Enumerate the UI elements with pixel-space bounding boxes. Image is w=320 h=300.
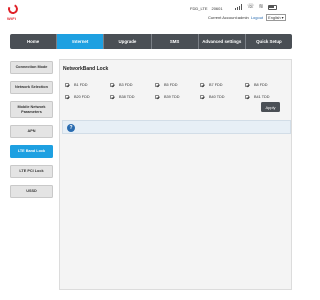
- tab-quick-setup[interactable]: Quick Setup: [246, 34, 292, 49]
- network-status: FDD_LTE 20601: [190, 6, 223, 11]
- band-row: B1 FDD B3 FDD B5 FDD B7 FDD B8 FDD: [65, 79, 290, 91]
- band-label: B38 TDD: [119, 95, 135, 99]
- band-row: B20 FDD B38 TDD B39 TDD B40 TDD B41 TDD: [65, 91, 290, 103]
- band-label: B20 FDD: [74, 95, 90, 99]
- band-checkbox[interactable]: [110, 95, 114, 99]
- band-option[interactable]: B1 FDD: [65, 83, 110, 87]
- header: WiFi FDD_LTE 20601 ☏ ≋ Current Account:ad…: [0, 0, 300, 28]
- network-code: 20601: [211, 6, 223, 11]
- language-value: English: [268, 16, 281, 20]
- band-label: B41 TDD: [254, 95, 270, 99]
- wifi-icon: ≋: [258, 4, 264, 10]
- band-checkbox[interactable]: [245, 83, 249, 87]
- battery-icon: [267, 4, 277, 10]
- tab-advanced-settings[interactable]: Advanced settings: [199, 34, 246, 49]
- band-checkbox[interactable]: [200, 83, 204, 87]
- status-icons: ☏ ≋: [235, 4, 277, 10]
- band-option[interactable]: B7 FDD: [200, 83, 245, 87]
- signal-strength-icon: [235, 4, 243, 10]
- band-label: B7 FDD: [209, 83, 223, 87]
- sidebar-item-connection-mode[interactable]: Connection Mode: [10, 61, 53, 74]
- band-checkbox[interactable]: [65, 95, 69, 99]
- sidebar: Connection Mode Network Selection Mobile…: [10, 61, 53, 205]
- account-row: Current Account:admin Logout English ▾: [208, 14, 286, 21]
- band-label: B3 FDD: [119, 83, 133, 87]
- help-box: ?: [62, 120, 291, 134]
- brand-logo: WiFi: [6, 2, 21, 24]
- band-option[interactable]: B5 FDD: [155, 83, 200, 87]
- tab-internet[interactable]: Internet: [57, 34, 105, 49]
- band-checkbox[interactable]: [65, 83, 69, 87]
- network-name: FDD_LTE: [190, 6, 208, 11]
- band-option[interactable]: B3 FDD: [110, 83, 155, 87]
- sidebar-item-network-selection[interactable]: Network Selection: [10, 81, 53, 94]
- logout-link[interactable]: Logout: [251, 15, 263, 20]
- band-label: B1 FDD: [74, 83, 88, 87]
- page-title: NetworkBand Lock: [63, 66, 109, 72]
- band-checkbox[interactable]: [110, 83, 114, 87]
- band-label: B5 FDD: [164, 83, 178, 87]
- band-checkbox[interactable]: [200, 95, 204, 99]
- band-option[interactable]: B20 FDD: [65, 95, 110, 99]
- main-panel: NetworkBand Lock B1 FDD B3 FDD B5 FDD B7…: [59, 59, 292, 290]
- band-checkbox[interactable]: [155, 95, 159, 99]
- sidebar-item-ussd[interactable]: USSD: [10, 185, 53, 198]
- logo-text: WiFi: [7, 16, 17, 21]
- logo-ring-icon: [6, 2, 20, 16]
- tab-home[interactable]: Home: [10, 34, 58, 49]
- help-icon[interactable]: ?: [67, 123, 75, 132]
- band-option[interactable]: B40 TDD: [200, 95, 245, 99]
- band-checkbox[interactable]: [245, 95, 249, 99]
- band-option[interactable]: B38 TDD: [110, 95, 155, 99]
- tab-upgrade[interactable]: Upgrade: [104, 34, 152, 49]
- apply-button[interactable]: Apply: [261, 102, 280, 112]
- current-account: Current Account:admin: [208, 15, 249, 20]
- language-select[interactable]: English ▾: [266, 14, 286, 21]
- top-nav: Home Internet Upgrade SMS Advanced setti…: [10, 34, 292, 49]
- phone-icon: ☏: [247, 4, 255, 10]
- band-label: B8 FDD: [254, 83, 268, 87]
- tab-sms[interactable]: SMS: [152, 34, 199, 49]
- band-label: B40 TDD: [209, 95, 225, 99]
- sidebar-item-mobile-network-parameters[interactable]: Mobile Network Parameters: [10, 101, 53, 118]
- sidebar-item-lte-band-lock[interactable]: LTE Band Lock: [10, 145, 53, 158]
- band-option[interactable]: B8 FDD: [245, 83, 290, 87]
- band-option[interactable]: B39 TDD: [155, 95, 200, 99]
- sidebar-item-lte-pci-lock[interactable]: LTE PCI Lock: [10, 165, 53, 178]
- band-label: B39 TDD: [164, 95, 180, 99]
- band-option[interactable]: B41 TDD: [245, 95, 290, 99]
- band-checkbox[interactable]: [155, 83, 159, 87]
- sidebar-item-apn[interactable]: APN: [10, 125, 53, 138]
- band-grid: B1 FDD B3 FDD B5 FDD B7 FDD B8 FDD B20 F…: [65, 79, 290, 103]
